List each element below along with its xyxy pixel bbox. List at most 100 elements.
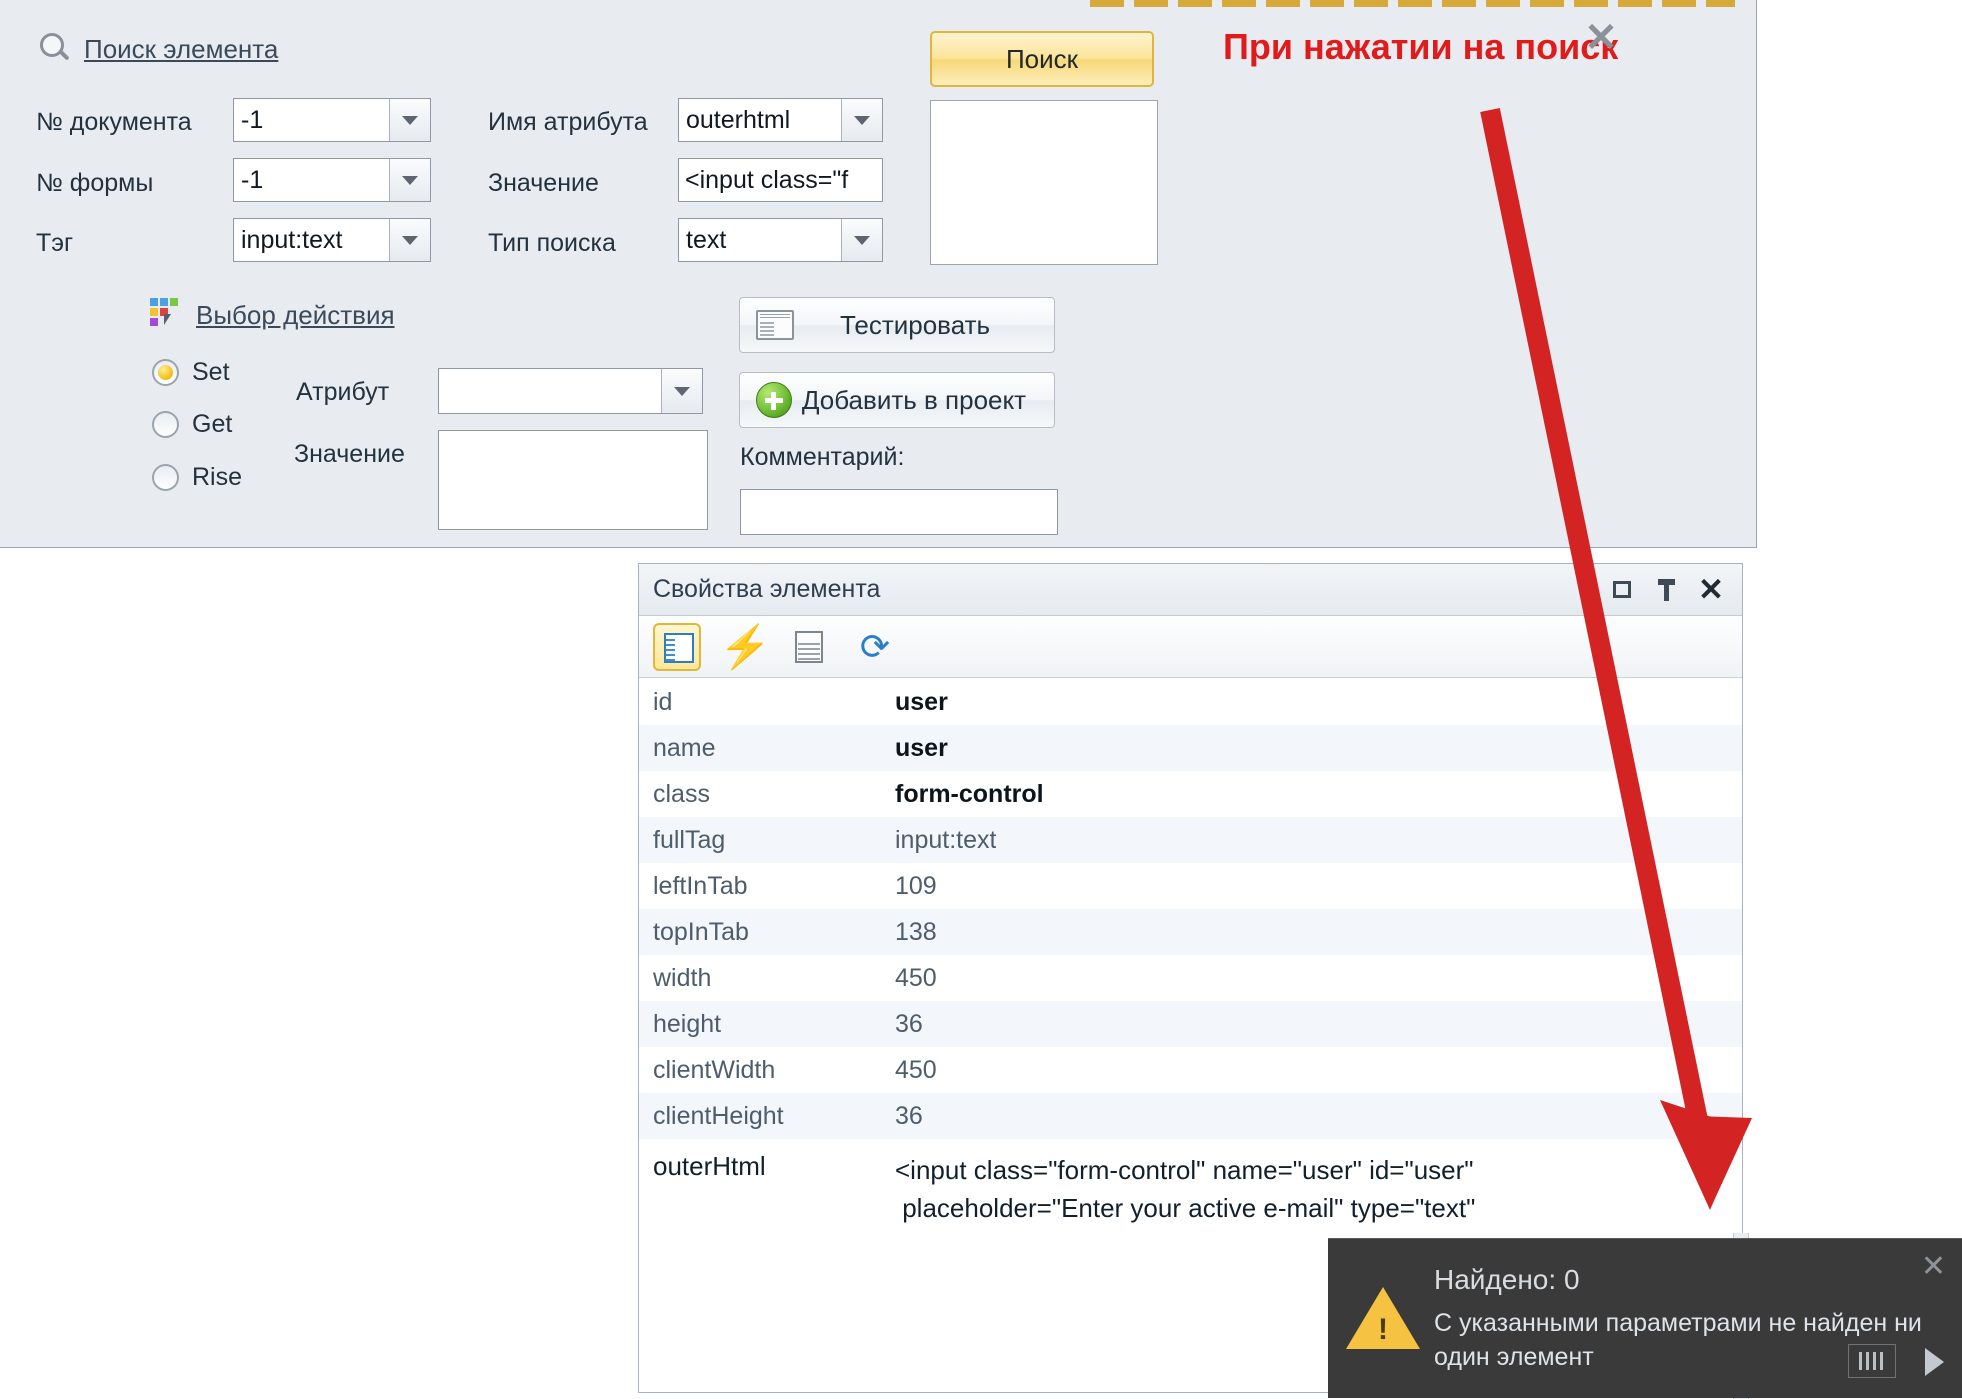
radio-get-indicator [152, 411, 179, 438]
notification-toast: ! Найдено: 0 С указанными параметрами не… [1328, 1238, 1962, 1398]
pin-icon[interactable] [1650, 573, 1684, 607]
table-row[interactable]: fullTag input:text [639, 817, 1742, 863]
tag-combo[interactable]: input:text [233, 218, 431, 262]
tag-label: Тэг [36, 229, 74, 257]
prop-key: clientHeight [653, 1101, 784, 1130]
search-type-value: text [686, 225, 727, 254]
element-search-link[interactable]: Поиск элемента [38, 32, 278, 66]
prop-key: fullTag [653, 825, 726, 854]
attribute-name-label: Имя атрибута [488, 108, 648, 136]
radio-get[interactable]: Get [152, 410, 232, 439]
resize-grip-icon[interactable] [1848, 1344, 1896, 1378]
table-row[interactable]: id user [639, 679, 1742, 725]
prop-key: leftInTab [653, 871, 748, 900]
form-number-label: № формы [36, 169, 154, 197]
comment-input[interactable] [740, 489, 1058, 535]
form-number-combo[interactable]: -1 [233, 158, 431, 202]
prop-value: user [895, 687, 948, 716]
attribute-label: Атрибут [296, 378, 390, 406]
dashed-selection-border [1090, 0, 1735, 7]
attribute-name-combo[interactable]: outerhtml [678, 98, 883, 142]
radio-rise-label: Rise [192, 463, 243, 491]
search-type-label: Тип поиска [488, 229, 616, 257]
search-type-dropdown-button[interactable] [841, 219, 882, 261]
restore-icon[interactable] [1606, 573, 1640, 607]
chevron-down-icon [402, 115, 418, 125]
prop-value: 36 [895, 1009, 923, 1038]
table-row-outerhtml[interactable]: outerHtml <input class="form-control" na… [639, 1139, 1742, 1249]
magnifier-icon [38, 32, 72, 66]
value-search-input-text: <input class="f [685, 165, 849, 194]
table-row[interactable]: width 450 [639, 955, 1742, 1001]
test-button[interactable]: Тестировать [739, 297, 1055, 353]
document-number-combo[interactable]: -1 [233, 98, 431, 142]
attribute-name-value: outerhtml [686, 105, 791, 134]
properties-toolbar: ⚡ ⟳ [639, 616, 1742, 678]
element-search-link-label: Поиск элемента [84, 33, 279, 64]
close-icon[interactable]: ✕ [1694, 572, 1728, 607]
radio-rise-indicator [152, 464, 179, 491]
table-row[interactable]: height 36 [639, 1001, 1742, 1047]
search-button[interactable]: Поиск [930, 31, 1154, 87]
document-number-dropdown-button[interactable] [389, 99, 430, 141]
close-x-icon[interactable]: ✕ [1921, 1249, 1946, 1284]
toast-title: Найдено: 0 [1434, 1263, 1580, 1295]
test-button-label: Тестировать [839, 309, 991, 340]
prop-key: topInTab [653, 917, 749, 946]
plus-circle-icon [756, 382, 792, 418]
search-results-listbox[interactable] [930, 100, 1158, 265]
properties-panel-title: Свойства элемента [653, 575, 881, 603]
radio-set-indicator [152, 359, 179, 386]
table-row[interactable]: topInTab 138 [639, 909, 1742, 955]
table-row[interactable]: clientHeight 36 [639, 1093, 1742, 1139]
action-chooser-label: Выбор действия [196, 299, 395, 330]
warning-triangle-icon: ! [1346, 1286, 1420, 1351]
prop-value: 109 [895, 871, 937, 900]
attribute-combo-dropdown-button[interactable] [661, 369, 702, 413]
table-row[interactable]: clientWidth 450 [639, 1047, 1742, 1093]
table-row[interactable]: class form-control [639, 771, 1742, 817]
prop-key: outerHtml [653, 1151, 766, 1181]
attribute-name-dropdown-button[interactable] [841, 99, 882, 141]
radio-rise[interactable]: Rise [152, 463, 242, 492]
document-number-value: -1 [241, 105, 264, 134]
refresh-icon[interactable]: ⟳ [851, 623, 899, 671]
action-chooser-link[interactable]: Выбор действия [150, 298, 395, 332]
table-row[interactable]: name user [639, 725, 1742, 771]
events-lightning-icon[interactable]: ⚡ [719, 623, 771, 671]
annotation-label: При нажатии на поиск [1223, 26, 1619, 67]
next-arrow-icon[interactable] [1925, 1348, 1944, 1376]
chevron-down-icon [854, 115, 870, 125]
search-type-combo[interactable]: text [678, 218, 883, 262]
form-number-dropdown-button[interactable] [389, 159, 430, 201]
form-number-value: -1 [241, 165, 264, 194]
chevron-down-icon [854, 235, 870, 245]
chevron-down-icon [674, 386, 690, 396]
prop-key: width [653, 963, 712, 992]
radio-get-label: Get [192, 410, 233, 438]
add-to-project-button-label: Добавить в проект [801, 384, 1027, 415]
close-x-icon[interactable]: ✕ [1582, 18, 1620, 58]
chevron-down-icon [402, 175, 418, 185]
radio-set-label: Set [192, 358, 230, 386]
value-textarea[interactable] [438, 430, 708, 530]
prop-value: 450 [895, 963, 937, 992]
prop-key: name [653, 733, 716, 762]
prop-key: id [653, 687, 673, 716]
properties-view-icon[interactable] [653, 622, 701, 671]
prop-value: input:text [895, 825, 997, 854]
properties-title-bar: Свойства элемента ✕ [639, 564, 1742, 616]
list-view-icon[interactable] [785, 623, 833, 671]
document-number-label: № документа [36, 108, 192, 136]
prop-key: class [653, 779, 710, 808]
attribute-combo[interactable] [438, 368, 703, 414]
prop-value: user [895, 733, 948, 762]
add-to-project-button[interactable]: Добавить в проект [739, 372, 1055, 428]
prop-value: 138 [895, 917, 937, 946]
radio-set[interactable]: Set [152, 358, 230, 387]
tag-dropdown-button[interactable] [389, 219, 430, 261]
table-row[interactable]: leftInTab 109 [639, 863, 1742, 909]
chevron-down-icon [402, 235, 418, 245]
value-search-input[interactable]: <input class="f [678, 158, 883, 202]
tag-value: input:text [241, 225, 343, 254]
